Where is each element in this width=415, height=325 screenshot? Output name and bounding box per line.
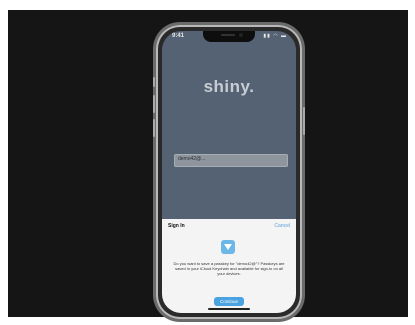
iphone-frame: 9:41 ▮▮ ◠ ▬ shiny. demo42@... Sign In Ca… xyxy=(153,25,305,319)
username-field[interactable]: demo42@... xyxy=(174,154,288,167)
status-time: 9:41 xyxy=(172,33,185,39)
home-indicator xyxy=(208,308,250,310)
action-button xyxy=(153,77,155,87)
phone-screen: 9:41 ▮▮ ◠ ▬ shiny. demo42@... Sign In Ca… xyxy=(162,31,296,313)
username-value: demo42@... xyxy=(178,156,206,162)
continue-button[interactable]: Continue xyxy=(214,297,244,306)
notch xyxy=(203,31,255,42)
sheet-title: Sign In xyxy=(168,223,185,229)
power-button xyxy=(303,107,305,135)
status-icons: ▮▮ ◠ ▬ xyxy=(263,33,287,39)
volume-up-button xyxy=(153,95,155,113)
volume-down-button xyxy=(153,119,155,137)
video-frame: 9:41 ▮▮ ◠ ▬ shiny. demo42@... Sign In Ca… xyxy=(8,10,408,319)
camera xyxy=(239,33,243,37)
app-title: shiny. xyxy=(203,77,255,96)
sign-in-sheet: Sign In Cancel Do you want to save a pas… xyxy=(162,219,296,313)
cancel-button[interactable]: Cancel xyxy=(274,223,290,229)
speaker xyxy=(221,34,235,36)
passkey-message: Do you want to save a passkey for "demo4… xyxy=(173,261,285,276)
shiny-app-icon xyxy=(221,240,235,254)
